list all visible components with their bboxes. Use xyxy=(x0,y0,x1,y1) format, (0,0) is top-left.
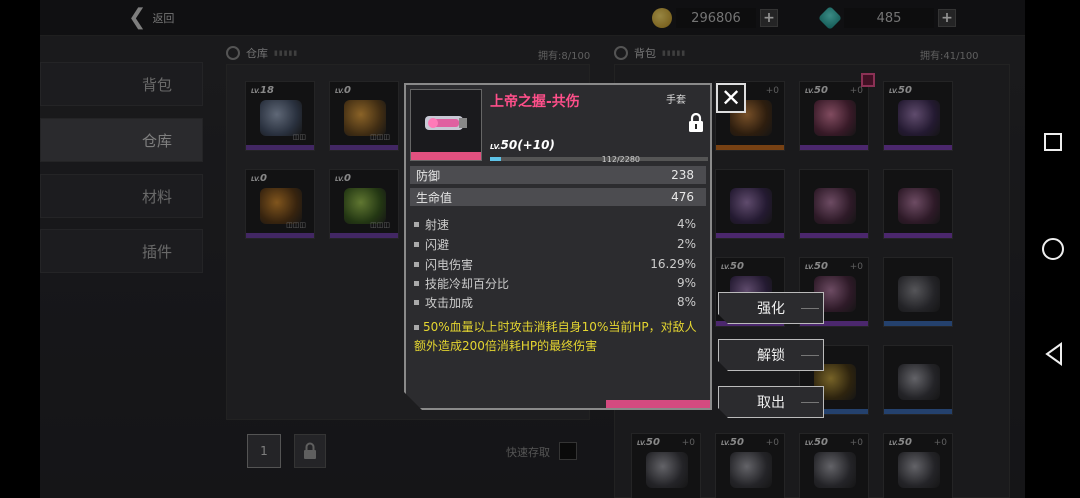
gauntlet-weapon-icon xyxy=(421,108,471,138)
popup-accent-strip xyxy=(606,400,710,408)
lock-icon[interactable] xyxy=(688,113,704,133)
back-nav-icon[interactable] xyxy=(1043,342,1065,366)
sub-stat-row: 闪避 2% xyxy=(414,235,696,253)
special-effect-text: 50%血量以上时攻击消耗自身10%当前HP，对敌人额外造成200倍消耗HP的最终… xyxy=(414,320,697,353)
sub-stat-row: 闪电伤害 16.29% xyxy=(414,255,696,273)
unlock-button[interactable]: 解锁 xyxy=(718,339,824,371)
item-detail-popup: 上帝之握-共伤 手套 LV.50(+10) 112/2280 防御 238 生命… xyxy=(404,83,712,410)
exp-text: 112/2280 xyxy=(601,155,640,164)
item-thumbnail xyxy=(410,89,482,161)
enhance-button[interactable]: 强化 xyxy=(718,292,824,324)
recent-apps-icon[interactable] xyxy=(1044,133,1062,151)
game-area: ❮ 返回 296806 + 485 + 背包 仓库 材料 插件 仓库 ▮▮▮▮▮ xyxy=(40,0,1025,498)
main-stat-row: 生命值 476 xyxy=(410,188,706,206)
close-icon: ✕ xyxy=(720,84,742,112)
item-name: 上帝之握-共伤 xyxy=(490,94,580,110)
withdraw-button[interactable]: 取出 xyxy=(718,386,824,418)
left-black-bar xyxy=(0,0,40,498)
main-stat-row: 防御 238 xyxy=(410,166,706,184)
item-type: 手套 xyxy=(666,95,686,106)
item-level: LV.50(+10) xyxy=(490,138,555,152)
sub-stat-row: 技能冷却百分比 9% xyxy=(414,274,696,292)
screen: ❮ 返回 296806 + 485 + 背包 仓库 材料 插件 仓库 ▮▮▮▮▮ xyxy=(0,0,1080,498)
close-button[interactable]: ✕ xyxy=(716,83,746,113)
sub-stat-row: 射速 4% xyxy=(414,215,696,233)
home-icon[interactable] xyxy=(1042,238,1064,260)
sub-stat-row: 攻击加成 8% xyxy=(414,293,696,311)
